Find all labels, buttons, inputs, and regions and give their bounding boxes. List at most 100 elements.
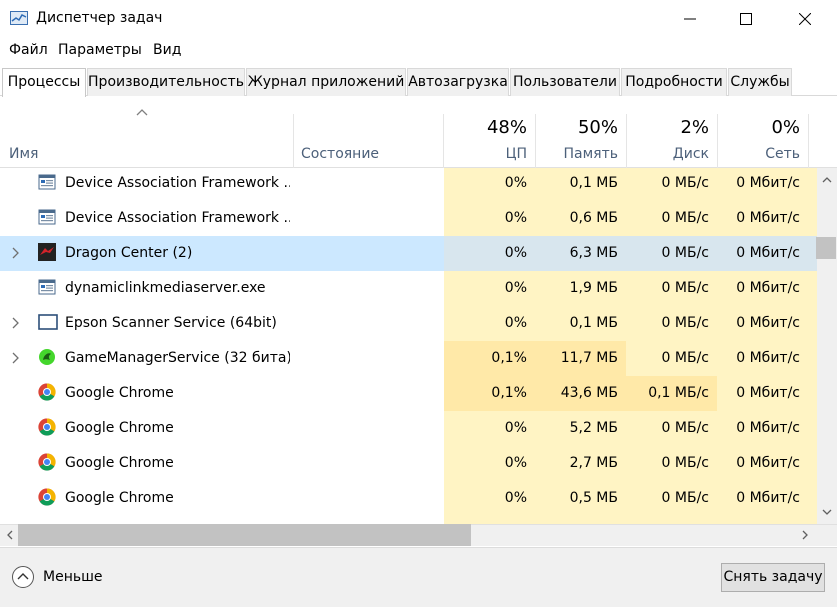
minimize-button[interactable] bbox=[662, 0, 718, 38]
chrome-icon bbox=[38, 418, 56, 436]
row-filler bbox=[808, 481, 817, 516]
service-window-icon bbox=[38, 208, 56, 226]
network-total-percent[interactable]: 0% bbox=[717, 117, 800, 138]
cpu-cell: 0% bbox=[444, 271, 535, 306]
memory-cell: 2,7 МБ bbox=[535, 446, 626, 481]
column-status[interactable]: Состояние bbox=[301, 146, 379, 162]
tab-users[interactable]: Пользователи bbox=[510, 68, 620, 96]
tab-processes[interactable]: Процессы bbox=[2, 68, 86, 97]
cpu-cell: 0% bbox=[444, 446, 535, 481]
expand-chevron-icon[interactable] bbox=[11, 317, 19, 333]
table-row[interactable]: Google Chrome 0% 0,5 МБ 0 МБ/с 0 Мбит/с bbox=[0, 481, 817, 516]
tab-details[interactable]: Подробности bbox=[621, 68, 727, 96]
disk-cell: 0 МБ/с bbox=[626, 201, 717, 236]
network-cell: 0 Мбит/с bbox=[717, 236, 808, 271]
column-separator[interactable] bbox=[293, 114, 294, 168]
tab-strip: Процессы Производительность Журнал прило… bbox=[0, 68, 837, 97]
scroll-up-button[interactable] bbox=[818, 171, 836, 189]
column-separator[interactable] bbox=[808, 114, 809, 168]
process-list: Device Association Framework ... 0% 0,1 МБ… bbox=[0, 168, 817, 524]
row-filler bbox=[808, 376, 817, 411]
column-memory[interactable]: Память bbox=[535, 146, 619, 162]
expand-chevron-icon[interactable] bbox=[11, 247, 19, 263]
network-cell: 0 Мбит/с bbox=[717, 446, 808, 481]
menu-file[interactable]: Файл bbox=[9, 42, 48, 58]
network-cell: 0 Мбит/с bbox=[717, 271, 808, 306]
table-row[interactable]: Google Chrome 0% 2,7 МБ 0 МБ/с 0 Мбит/с bbox=[0, 446, 817, 481]
service-window-icon bbox=[38, 173, 56, 191]
cpu-total-percent[interactable]: 48% bbox=[444, 117, 527, 138]
scroll-down-button[interactable] bbox=[818, 503, 836, 521]
row-filler bbox=[808, 306, 817, 341]
tab-app-history[interactable]: Журнал приложений bbox=[246, 68, 406, 96]
table-row[interactable]: Epson Scanner Service (64bit) 0% 0,1 МБ 0 М… bbox=[0, 306, 817, 341]
table-row[interactable]: Google Crash Handler 0%0,3 МБ0 МБ/с0 Мбит… bbox=[0, 516, 817, 524]
menu-options[interactable]: Параметры bbox=[58, 42, 142, 58]
tab-startup[interactable]: Автозагрузка bbox=[407, 68, 509, 96]
tab-performance[interactable]: Производительность bbox=[87, 68, 245, 96]
chrome-icon bbox=[38, 488, 56, 506]
cpu-cell: 0,1% bbox=[444, 341, 535, 376]
scroll-right-button[interactable] bbox=[796, 526, 814, 544]
network-cell: 0 Мбит/с bbox=[717, 201, 808, 236]
table-row[interactable]: Google Chrome 0% 5,2 МБ 0 МБ/с 0 Мбит/с bbox=[0, 411, 817, 446]
disk-cell: 0 МБ/с bbox=[626, 516, 717, 524]
table-row[interactable]: Dragon Center (2) 0% 6,3 МБ 0 МБ/с 0 Мбит/с bbox=[0, 236, 817, 271]
disk-cell: 0 МБ/с bbox=[626, 236, 717, 271]
fewer-details-label[interactable]: Меньше bbox=[43, 569, 103, 585]
cpu-cell: 0% bbox=[444, 168, 535, 201]
process-name: Google Chrome bbox=[65, 490, 174, 506]
memory-cell: 1,9 МБ bbox=[535, 271, 626, 306]
memory-total-percent[interactable]: 50% bbox=[535, 117, 618, 138]
table-row[interactable]: Google Chrome 0,1% 43,6 МБ 0,1 МБ/с 0 Мбит/с bbox=[0, 376, 817, 411]
title-bar[interactable]: Диспетчер задач bbox=[0, 0, 837, 38]
sort-ascending-icon[interactable] bbox=[136, 108, 148, 116]
close-icon bbox=[799, 13, 811, 25]
column-network[interactable]: Сеть bbox=[717, 146, 800, 162]
chevron-up-icon bbox=[17, 573, 29, 580]
vertical-scrollbar[interactable] bbox=[817, 168, 837, 524]
tab-services[interactable]: Службы bbox=[728, 68, 792, 96]
cpu-cell: 0% bbox=[444, 516, 535, 524]
process-name: Google Chrome bbox=[65, 385, 174, 401]
row-filler bbox=[808, 201, 817, 236]
table-row[interactable]: Device Association Framework ... 0% 0,1 МБ… bbox=[0, 168, 817, 201]
razer-icon bbox=[38, 348, 56, 366]
memory-cell: 0,1 МБ bbox=[535, 306, 626, 341]
column-name[interactable]: Имя bbox=[9, 146, 38, 162]
maximize-icon bbox=[740, 13, 752, 25]
chevron-up-icon bbox=[822, 177, 832, 183]
cpu-cell: 0% bbox=[444, 201, 535, 236]
scroll-left-button[interactable] bbox=[1, 526, 19, 544]
close-button[interactable] bbox=[777, 0, 833, 38]
cpu-cell: 0% bbox=[444, 306, 535, 341]
fewer-details-button[interactable] bbox=[12, 566, 34, 588]
dragon-icon bbox=[38, 243, 56, 261]
network-cell: 0 Мбит/с bbox=[717, 516, 808, 524]
disk-cell: 0,1 МБ/с bbox=[626, 376, 717, 411]
disk-cell: 0 МБ/с bbox=[626, 411, 717, 446]
expand-chevron-icon[interactable] bbox=[11, 352, 19, 368]
process-name: Device Association Framework ... bbox=[65, 175, 290, 191]
maximize-button[interactable] bbox=[718, 0, 774, 38]
chevron-left-icon bbox=[7, 530, 13, 540]
table-row[interactable]: Device Association Framework ... 0% 0,6 МБ… bbox=[0, 201, 817, 236]
disk-cell: 0 МБ/с bbox=[626, 341, 717, 376]
network-cell: 0 Мбит/с bbox=[717, 168, 808, 201]
disk-total-percent[interactable]: 2% bbox=[626, 117, 709, 138]
table-row[interactable]: dynamiclinkmediaserver.exe 0% 1,9 МБ 0 МБ/с… bbox=[0, 271, 817, 306]
end-task-button[interactable]: Снять задачу bbox=[721, 563, 825, 592]
row-filler bbox=[808, 341, 817, 376]
menu-view[interactable]: Вид bbox=[153, 42, 181, 58]
network-cell: 0 Мбит/с bbox=[717, 481, 808, 516]
horizontal-scroll-thumb[interactable] bbox=[18, 524, 471, 546]
network-cell: 0 Мбит/с bbox=[717, 376, 808, 411]
row-filler bbox=[808, 446, 817, 481]
vertical-scroll-thumb[interactable] bbox=[816, 237, 836, 259]
column-cpu[interactable]: ЦП bbox=[444, 146, 527, 162]
memory-cell: 5,2 МБ bbox=[535, 411, 626, 446]
footer-bar: Меньше Снять задачу bbox=[0, 547, 837, 607]
column-disk[interactable]: Диск bbox=[626, 146, 709, 162]
table-row[interactable]: GameManagerService (32 бита) 0,1% 11,7 МБ 0… bbox=[0, 341, 817, 376]
menu-bar: Файл Параметры Вид bbox=[0, 40, 837, 62]
